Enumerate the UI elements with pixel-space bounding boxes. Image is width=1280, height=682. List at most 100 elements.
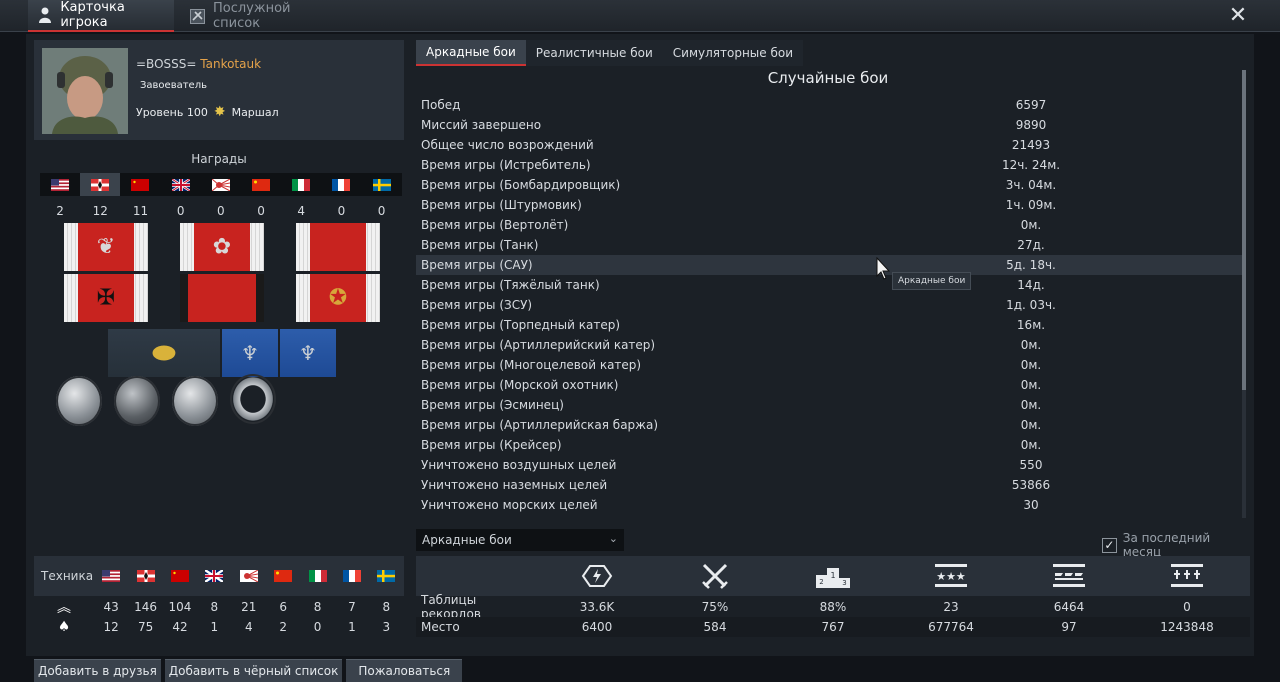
record-place: 1243848 bbox=[1160, 620, 1214, 634]
nation-tab-china[interactable] bbox=[241, 173, 281, 196]
award-oak-leaf-ribbon[interactable]: ✿ bbox=[180, 223, 264, 271]
award-count: 0 bbox=[176, 204, 185, 218]
right-column: Аркадные бои Реалистичные бои Симуляторн… bbox=[416, 40, 1250, 638]
eagle-icon: ♆ bbox=[299, 341, 317, 365]
records-row-leaderboards: Таблицы рекордов 33.6K 75% 88% 23 6464 0 bbox=[416, 593, 1250, 621]
tech-value: 75 bbox=[137, 620, 154, 634]
award-iron-cross-ribbon[interactable]: ✠ bbox=[64, 274, 148, 322]
profile-card: =BOSSS= Tankotauk Завоеватель Уровень 10… bbox=[34, 40, 404, 140]
nation-tab-italy[interactable] bbox=[281, 173, 321, 196]
award-assault-badge[interactable] bbox=[172, 376, 218, 426]
awards-nation-tabs bbox=[40, 173, 402, 196]
tab-player-card[interactable]: Карточка игрока bbox=[28, 0, 174, 32]
stat-value: 6597 bbox=[1015, 98, 1047, 112]
stat-name: Миссий завершено bbox=[421, 118, 542, 132]
checkmark-icon[interactable]: ✓ bbox=[1102, 537, 1117, 553]
award-oak-leaves-ribbon[interactable]: ❦ bbox=[64, 223, 148, 271]
germany-flag-icon bbox=[91, 178, 110, 191]
stat-row: Время игры (Бомбардировщик) 3ч. 04м. bbox=[416, 175, 1242, 195]
stat-name: Время игры (Истребитель) bbox=[421, 158, 591, 172]
mouse-cursor-icon bbox=[876, 257, 890, 280]
china-flag-icon bbox=[266, 570, 300, 582]
stat-value: 0м. bbox=[1020, 438, 1042, 452]
award-red-ribbon[interactable] bbox=[296, 223, 380, 271]
tab-player-card-label: Карточка игрока bbox=[60, 0, 125, 30]
add-friend-button[interactable]: Добавить в друзья bbox=[34, 659, 161, 682]
stat-value: 21493 bbox=[1011, 138, 1051, 152]
nation-tab-usa[interactable] bbox=[40, 173, 80, 196]
tab-realistic[interactable]: Реалистичные бои bbox=[525, 40, 663, 66]
battle-mode-dropdown[interactable]: Аркадные бои ⌄ bbox=[416, 529, 624, 551]
nation-tab-france[interactable] bbox=[321, 173, 361, 196]
award-silver-badge[interactable] bbox=[56, 376, 102, 426]
close-icon[interactable]: ✕ bbox=[1226, 4, 1250, 28]
china-flag-icon bbox=[252, 178, 271, 191]
stat-value: 0м. bbox=[1020, 418, 1042, 432]
stats-scrollbar[interactable] bbox=[1242, 70, 1246, 518]
scrollbar-thumb[interactable] bbox=[1242, 70, 1246, 390]
japan-flag-icon bbox=[211, 178, 230, 191]
stat-value: 0м. bbox=[1020, 218, 1042, 232]
iron-cross-icon: ✠ bbox=[96, 285, 116, 311]
checkbox-label: За последний месяц bbox=[1122, 531, 1211, 559]
stats-table: Побед 6597 Миссий завершено 9890 Общее чис… bbox=[416, 95, 1242, 515]
stat-row: Время игры (Истребитель) 12ч. 24м. bbox=[416, 155, 1242, 175]
stat-name: Время игры (Вертолёт) bbox=[421, 218, 569, 232]
gold-swords-icon: ✪ bbox=[328, 285, 348, 311]
oak-leaves-icon: ❦ bbox=[96, 234, 116, 260]
tech-value: 8 bbox=[210, 600, 219, 614]
germany-flag-icon bbox=[128, 570, 162, 582]
award-wreath-badge[interactable] bbox=[230, 374, 276, 424]
nation-tab-germany[interactable] bbox=[80, 173, 121, 196]
record-value: 23 bbox=[943, 600, 959, 614]
tech-value: 21 bbox=[241, 600, 257, 614]
award-black-red-ribbon[interactable] bbox=[180, 274, 264, 322]
sweden-flag-icon bbox=[372, 178, 391, 191]
stat-value: 0м. bbox=[1020, 338, 1042, 352]
stat-name: Уничтожено наземных целей bbox=[421, 478, 608, 492]
stat-row-highlighted[interactable]: Время игры (САУ) 5д. 18ч. bbox=[416, 255, 1242, 275]
tab-arcade[interactable]: Аркадные бои bbox=[416, 40, 526, 66]
award-count: 2 bbox=[56, 204, 64, 218]
record-value: 0 bbox=[1183, 600, 1191, 614]
stat-row: Время игры (Эсминец) 0м. bbox=[416, 395, 1242, 415]
award-eagle-badge[interactable]: ♆ bbox=[280, 329, 336, 377]
last-month-checkbox[interactable]: ✓ За последний месяц bbox=[1102, 531, 1250, 559]
tech-value: 2 bbox=[279, 620, 287, 634]
stat-row: Время игры (Танк) 27д. bbox=[416, 235, 1242, 255]
avatar bbox=[42, 48, 128, 134]
award-eagle-badge[interactable]: ♆ bbox=[222, 329, 278, 377]
nation-tab-sweden[interactable] bbox=[362, 173, 402, 196]
italy-flag-icon bbox=[292, 178, 311, 191]
add-blacklist-button[interactable]: Добавить в чёрный список bbox=[164, 659, 343, 682]
award-gold-badge[interactable]: ⬬ bbox=[108, 329, 220, 377]
tech-label: Техника bbox=[41, 569, 94, 583]
france-flag-icon bbox=[335, 570, 369, 582]
nation-tab-ussr[interactable] bbox=[120, 173, 160, 196]
stat-row: Время игры (ЗСУ) 1д. 03ч. bbox=[416, 295, 1242, 315]
nation-tab-japan[interactable] bbox=[201, 173, 241, 196]
tab-service-record[interactable]: Послужной список bbox=[180, 0, 340, 32]
stat-row: Время игры (Торпедный катер) 16м. bbox=[416, 315, 1242, 335]
chevron-down-icon: ⌄ bbox=[608, 532, 618, 545]
stat-value: 550 bbox=[1019, 458, 1043, 472]
complain-button[interactable]: Пожаловаться bbox=[346, 659, 463, 682]
award-gold-swords-ribbon[interactable]: ✪ bbox=[296, 274, 380, 322]
stat-value: 3ч. 04м. bbox=[1005, 178, 1057, 192]
nation-tab-britain[interactable] bbox=[161, 173, 201, 196]
podium-icon: 12 3 bbox=[774, 556, 892, 596]
award-tank-badge[interactable] bbox=[114, 376, 160, 426]
tab-service-record-label: Послужной список bbox=[213, 1, 291, 31]
stat-row: Побед 6597 bbox=[416, 95, 1242, 115]
stat-row: Время игры (Тяжёлый танк) 14д. bbox=[416, 275, 1242, 295]
stat-value: 16м. bbox=[1016, 318, 1046, 332]
rank-star-icon: ✸ bbox=[213, 104, 226, 120]
stat-value: 9890 bbox=[1015, 118, 1047, 132]
stat-row: Миссий завершено 9890 bbox=[416, 115, 1242, 135]
usa-flag-icon bbox=[51, 178, 70, 191]
tech-value: 1 bbox=[348, 620, 356, 634]
stat-value: 14д. bbox=[1017, 278, 1045, 292]
stat-value: 12ч. 24м. bbox=[1001, 158, 1061, 172]
tab-simulator[interactable]: Симуляторные бои bbox=[662, 40, 804, 66]
award-count: 4 bbox=[297, 204, 306, 218]
